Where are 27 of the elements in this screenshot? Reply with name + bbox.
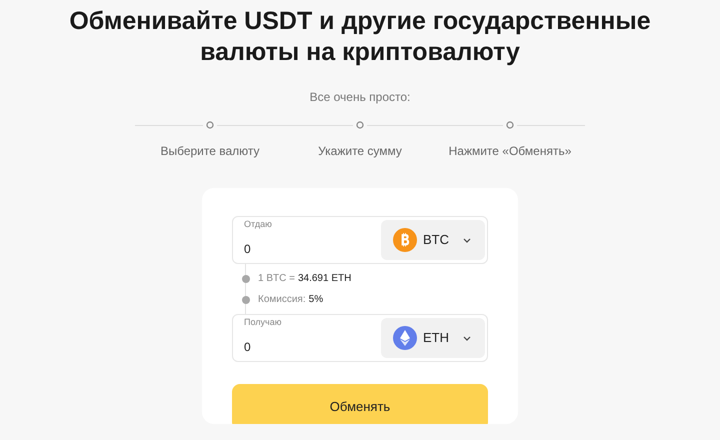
field-label: Получаю [244, 316, 282, 330]
step-marker-icon [506, 121, 514, 129]
amount-value: 0 [244, 338, 252, 356]
currency-select[interactable]: BTC [381, 220, 485, 260]
subtitle: Все очень просто: [310, 89, 410, 106]
info-label: 1 BTC = [258, 272, 295, 286]
give-amount-field[interactable]: Отдаю 0 BTC [232, 216, 488, 264]
bullet-dot-icon [242, 296, 250, 304]
info-label: Комиссия: [258, 293, 306, 307]
page-title: Обменивайте USDT и другие государственные валюты на криптовалюту [68, 6, 652, 68]
step-label: Нажмите «Обменять» [448, 143, 572, 160]
field-label: Отдаю [244, 218, 273, 232]
currency-select[interactable]: ETH [381, 318, 485, 358]
step-marker-icon [206, 121, 214, 129]
ethereum-coin-icon [393, 326, 417, 350]
amount-value: 0 [244, 240, 252, 258]
chevron-down-icon [463, 238, 471, 242]
info-value: 34.691 ETH [298, 272, 352, 286]
step-label: Выберите валюту [160, 143, 260, 160]
info-value: 5% [308, 293, 324, 307]
step-marker-icon [356, 121, 364, 129]
step-label: Укажите сумму [318, 143, 402, 160]
receive-amount-field[interactable]: Получаю 0 ETH [232, 314, 488, 362]
bitcoin-coin-icon [393, 228, 417, 252]
bullet-dot-icon [242, 274, 250, 282]
exchange-button[interactable]: Обменять [232, 384, 488, 424]
chevron-down-icon [463, 336, 471, 340]
